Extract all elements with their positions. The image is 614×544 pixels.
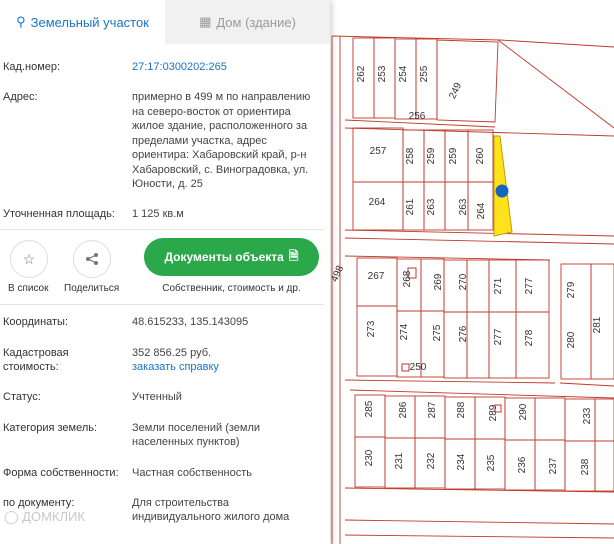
- divider: [0, 229, 324, 230]
- favorite-button[interactable]: ☆: [10, 240, 48, 278]
- parcel-number-label: 285: [364, 400, 375, 417]
- location-marker: [495, 184, 509, 198]
- parcel-number-label: 276: [458, 325, 469, 342]
- parcel-number-label: 250: [410, 362, 427, 373]
- parcel-number-label: 257: [370, 146, 387, 157]
- coords-value: 48.615233, 135.143095: [132, 316, 249, 328]
- parcel-number-label: 277: [524, 277, 535, 294]
- parcel-number-label: 260: [475, 147, 486, 164]
- ownership-label: Форма собственности:: [3, 467, 119, 479]
- coords-label: Координаты:: [3, 316, 69, 328]
- parcel-number-label: 287: [427, 401, 438, 418]
- share-button[interactable]: [73, 240, 111, 278]
- status-value: Учтенный: [132, 391, 182, 403]
- parcel-number-label: 290: [518, 403, 529, 420]
- parcel-number-label: 268: [402, 270, 413, 287]
- parcel-number-label: 232: [426, 452, 437, 469]
- document-label: по документу:: [3, 497, 75, 509]
- parcel-info-panel: ⚲ Земельный участок ▦ Дом (здание) Кад.н…: [0, 0, 330, 544]
- parcel-number-label: 267: [368, 271, 385, 282]
- parcel-number-label: 236: [517, 456, 528, 473]
- watermark-text: ДОМКЛИК: [22, 509, 85, 524]
- parcel-number-label: 271: [493, 277, 504, 294]
- parcel-number-label: 256: [409, 111, 426, 122]
- parcel-number-label: 255: [419, 65, 430, 82]
- status-label: Статус:: [3, 391, 41, 403]
- parcel-number-label: 235: [486, 454, 497, 471]
- favorite-label: В список: [8, 283, 49, 294]
- order-certificate-link[interactable]: заказать справку: [132, 360, 322, 374]
- parcel-number-label: 269: [433, 273, 444, 290]
- parcel-number-label: 270: [458, 273, 469, 290]
- parcel-number-label: 288: [456, 401, 467, 418]
- parcel-number-label: 253: [377, 65, 388, 82]
- parcel-number-label: 264: [369, 197, 386, 208]
- parcel-number-label: 258: [405, 147, 416, 164]
- parcel-number-label: 275: [432, 324, 443, 341]
- parcel-number-label: 289: [488, 404, 499, 421]
- object-documents-caption: Собственник, стоимость и др.: [162, 283, 301, 294]
- parcel-number-label: 259: [448, 147, 459, 164]
- tab-land-plot-label: Земельный участок: [30, 14, 149, 30]
- building-icon: ▦: [199, 14, 212, 29]
- share-icon: [86, 253, 98, 265]
- area-value: 1 125 кв.м: [132, 208, 184, 220]
- star-icon: ☆: [22, 250, 36, 267]
- divider: [0, 304, 324, 305]
- share-label: Поделиться: [64, 283, 120, 294]
- parcel-number-label: 230: [364, 449, 375, 466]
- object-documents-button[interactable]: Документы объекта 🗎: [144, 238, 319, 276]
- parcel-number-label: 279: [566, 281, 577, 298]
- ownership-value: Частная собственность: [132, 467, 253, 479]
- cost-label: Кадастровая стоимость:: [3, 347, 69, 373]
- tab-house-label: Дом (здание): [216, 14, 296, 30]
- parcel-number-label: 231: [394, 452, 405, 469]
- parcel-number-label: 237: [548, 457, 559, 474]
- parcel-number-label: 274: [399, 323, 410, 340]
- panel-tabs: ⚲ Земельный участок ▦ Дом (здание): [0, 0, 330, 44]
- tab-house[interactable]: ▦ Дом (здание): [165, 0, 330, 44]
- parcel-number-label: 277: [493, 328, 504, 345]
- cad-number-label: Кад.номер:: [3, 61, 61, 73]
- parcel-number-label: 278: [524, 329, 535, 346]
- parcel-number-label: 233: [582, 407, 593, 424]
- parcel-number-label: 281: [592, 316, 603, 333]
- location-pin-icon: ⚲: [16, 14, 26, 29]
- address-value: примерно в 499 м по направлению на север…: [132, 91, 311, 190]
- parcel-number-label: 238: [580, 458, 591, 475]
- object-documents-label: Документы объекта: [164, 250, 284, 264]
- parcel-number-label: 286: [398, 401, 409, 418]
- parcel-number-label: 261: [405, 198, 416, 215]
- parcel-number-label: 280: [566, 331, 577, 348]
- cost-value: 352 856.25 руб.: [132, 347, 212, 359]
- parcel-number-label: 234: [456, 453, 467, 470]
- domclick-watermark: ◯ ДОМКЛИК: [4, 509, 85, 524]
- parcel-number-label: 273: [366, 320, 377, 337]
- cad-number-value[interactable]: 27:17:0300202:265: [132, 60, 322, 74]
- area-label: Уточненная площадь:: [3, 208, 115, 220]
- parcel-number-label: 264: [476, 202, 487, 219]
- parcel-number-label: 254: [398, 65, 409, 82]
- document-value: Для строительства индивидуального жилого…: [132, 497, 290, 523]
- tab-land-plot[interactable]: ⚲ Земельный участок: [0, 0, 165, 44]
- parcel-number-label: 263: [458, 198, 469, 215]
- parcel-number-label: 263: [426, 198, 437, 215]
- category-value: Земли поселений (земли населенных пункто…: [132, 422, 261, 448]
- parcel-number-label: 259: [426, 147, 437, 164]
- document-icon: 🗎: [288, 248, 299, 263]
- address-label: Адрес:: [3, 91, 38, 103]
- category-label: Категория земель:: [3, 422, 98, 434]
- parcel-number-label: 262: [356, 65, 367, 82]
